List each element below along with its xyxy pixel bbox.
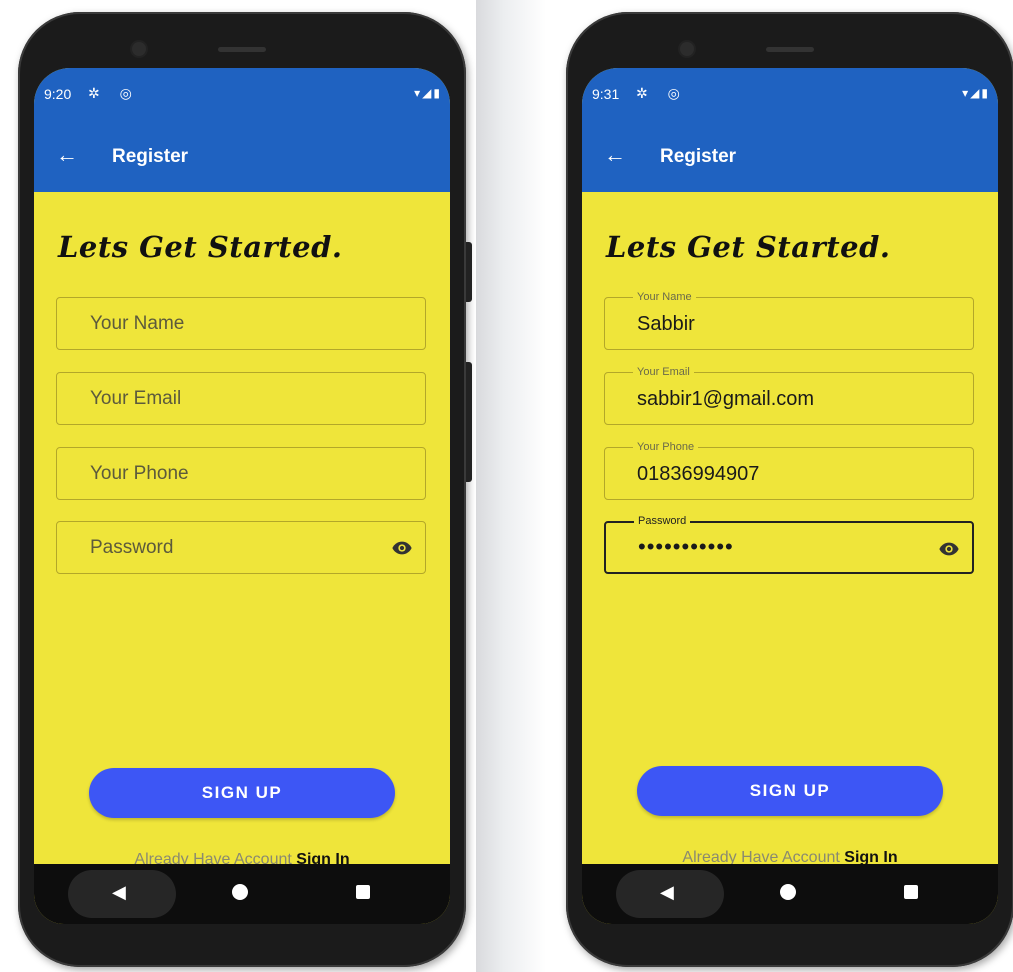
nav-home-icon[interactable] xyxy=(232,884,248,900)
headline: Lets Get Started. xyxy=(606,230,891,264)
notification-icons: ✲ ◎ xyxy=(88,85,140,101)
power-button xyxy=(466,362,472,482)
signal-battery-icons: ▾◢▮ xyxy=(962,86,990,100)
nav-recents-icon[interactable] xyxy=(356,885,370,899)
status-bar: 9:31 ✲ ◎ ▾◢▮ xyxy=(582,68,998,124)
eye-icon[interactable] xyxy=(938,538,960,560)
phone-field[interactable]: Your Phone xyxy=(56,447,426,500)
page-title: Register xyxy=(660,146,737,167)
app-bar: ← Register xyxy=(582,124,998,192)
phone-frame-filled-form: 9:31 ✲ ◎ ▾◢▮ ← Register Lets Get Started… xyxy=(566,12,1013,967)
front-camera xyxy=(680,42,694,56)
phone-frame-empty-form: 9:20 ✲ ◎ ▾◢▮ ← Register Lets Get Started… xyxy=(18,12,472,967)
signal-battery-icons: ▾◢▮ xyxy=(414,86,442,100)
email-field[interactable]: Your Email sabbir1@gmail.com xyxy=(604,365,974,425)
nav-back-icon[interactable]: ◀ xyxy=(660,882,674,903)
email-label: Your Email xyxy=(633,365,694,379)
screen: 9:20 ✲ ◎ ▾◢▮ ← Register Lets Get Started… xyxy=(34,68,450,924)
nav-recents-icon[interactable] xyxy=(904,885,918,899)
back-arrow-icon[interactable]: ← xyxy=(604,142,626,168)
eye-icon[interactable] xyxy=(391,537,413,559)
page-title: Register xyxy=(112,146,189,167)
system-nav-bar: ◀ xyxy=(34,864,450,924)
front-camera xyxy=(132,42,146,56)
nav-back-icon[interactable]: ◀ xyxy=(112,882,126,903)
screen: 9:31 ✲ ◎ ▾◢▮ ← Register Lets Get Started… xyxy=(582,68,998,924)
status-bar: 9:20 ✲ ◎ ▾◢▮ xyxy=(34,68,450,124)
name-label: Your Name xyxy=(633,290,696,304)
name-value: Sabbir xyxy=(637,313,695,335)
notification-icons: ✲ ◎ xyxy=(636,85,688,101)
name-field[interactable]: Your Name xyxy=(56,297,426,350)
sign-up-button[interactable]: SIGN UP xyxy=(637,766,943,816)
phone-value: 01836994907 xyxy=(637,463,760,485)
back-arrow-icon[interactable]: ← xyxy=(56,142,78,168)
email-placeholder: Your Email xyxy=(90,388,182,409)
password-field[interactable]: Password ••••••••••• xyxy=(604,514,974,574)
name-placeholder: Your Name xyxy=(90,313,185,334)
password-field[interactable]: Password xyxy=(56,521,426,574)
earpiece-speaker xyxy=(218,47,266,52)
status-time: 9:20 xyxy=(44,86,72,102)
phone-placeholder: Your Phone xyxy=(90,463,189,484)
headline: Lets Get Started. xyxy=(58,230,343,264)
app-bar: ← Register xyxy=(34,124,450,192)
email-value: sabbir1@gmail.com xyxy=(637,388,815,410)
background-shadow xyxy=(476,0,546,972)
email-field[interactable]: Your Email xyxy=(56,372,426,425)
nav-home-icon[interactable] xyxy=(780,884,796,900)
earpiece-speaker xyxy=(766,47,814,52)
name-field[interactable]: Your Name Sabbir xyxy=(604,290,974,350)
password-label: Password xyxy=(634,514,691,528)
volume-button xyxy=(466,242,472,302)
phone-field[interactable]: Your Phone 01836994907 xyxy=(604,440,974,500)
status-time: 9:31 xyxy=(592,86,620,102)
phone-label: Your Phone xyxy=(633,440,699,454)
sign-up-button[interactable]: SIGN UP xyxy=(89,768,395,818)
password-placeholder: Password xyxy=(90,537,174,558)
system-nav-bar: ◀ xyxy=(582,864,998,924)
password-value: ••••••••••• xyxy=(638,534,734,559)
